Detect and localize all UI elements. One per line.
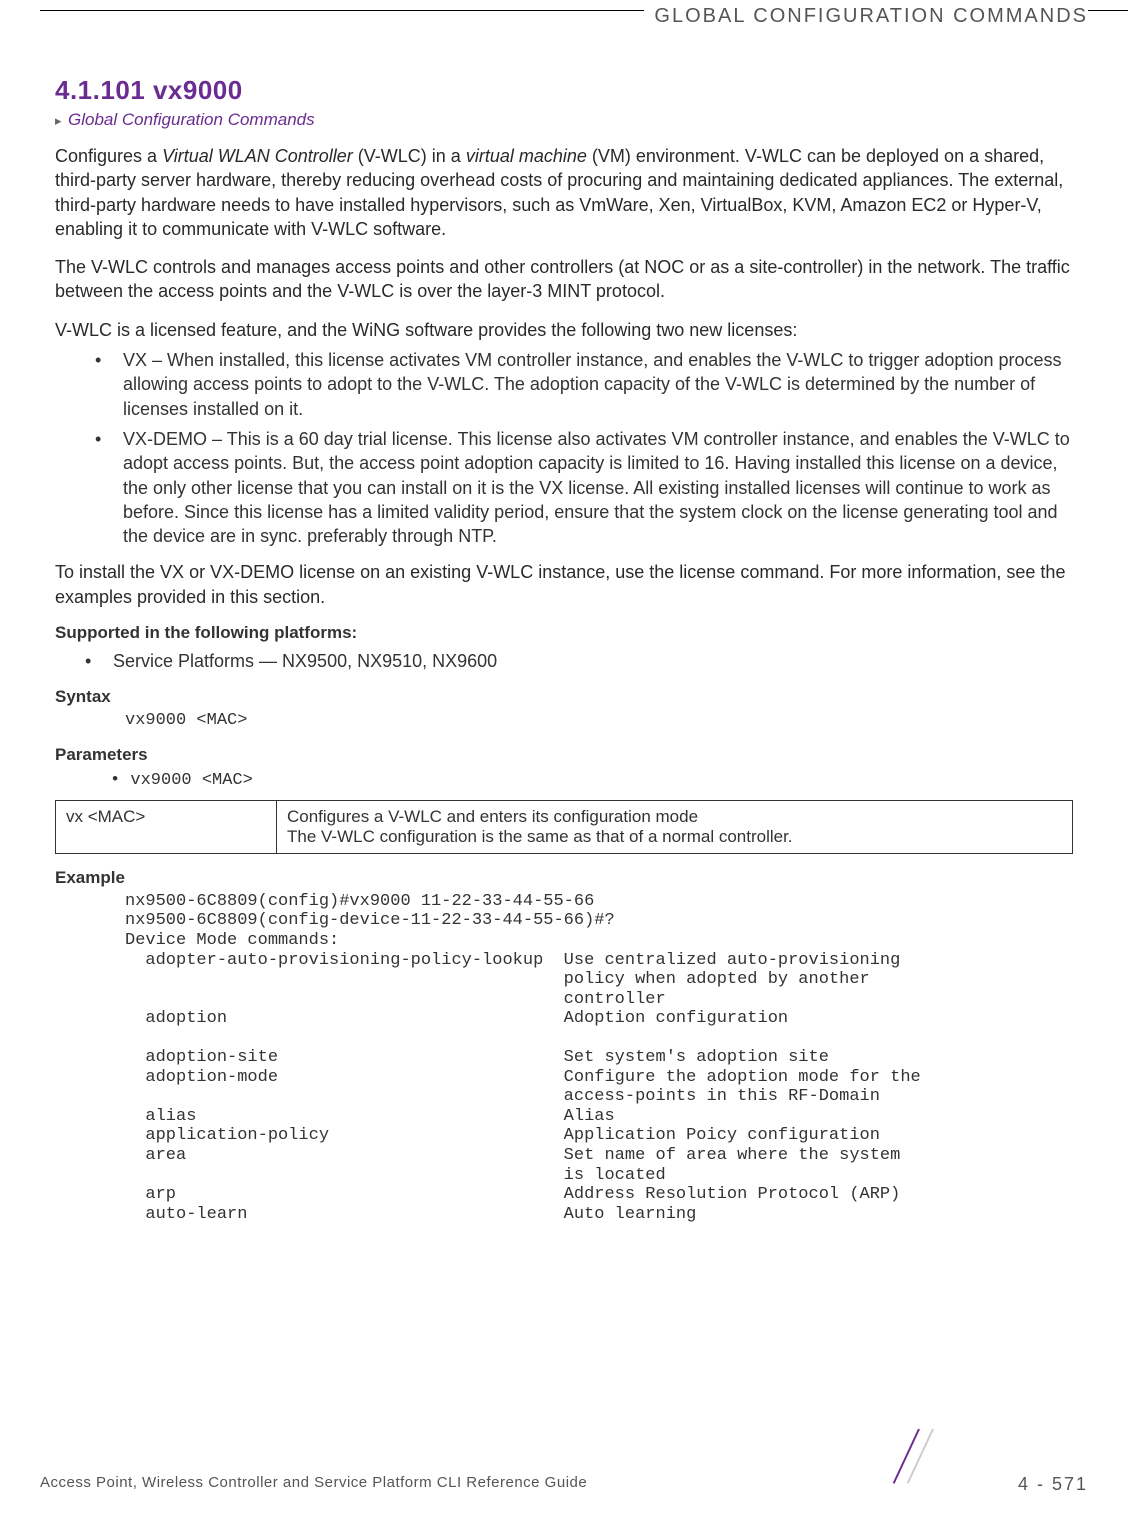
param-desc-line: The V-WLC configuration is the same as t… bbox=[287, 827, 1062, 847]
term-vwlc: Virtual WLAN Controller bbox=[162, 146, 353, 166]
example-heading: Example bbox=[55, 868, 1073, 888]
footer-page-number: 4 - 571 bbox=[1018, 1474, 1088, 1495]
text: Configures a bbox=[55, 146, 162, 166]
breadcrumb-arrow-icon: ▸ bbox=[55, 113, 62, 128]
term-vm: virtual machine bbox=[466, 146, 587, 166]
syntax-code: vx9000 <MAC> bbox=[125, 711, 1073, 731]
list-item: VX – When installed, this license activa… bbox=[95, 348, 1073, 421]
supported-heading: Supported in the following platforms: bbox=[55, 623, 1073, 643]
parameters-bullet: • vx9000 <MAC> bbox=[110, 769, 1073, 792]
supported-list: Service Platforms — NX9500, NX9510, NX96… bbox=[55, 649, 1073, 673]
page-footer: Access Point, Wireless Controller and Se… bbox=[40, 1474, 1088, 1495]
paragraph-license-intro: V-WLC is a licensed feature, and the WiN… bbox=[55, 318, 1073, 342]
list-item: Service Platforms — NX9500, NX9510, NX96… bbox=[85, 649, 1073, 673]
param-desc-line: Configures a V-WLC and enters its config… bbox=[287, 807, 1062, 827]
running-header: GLOBAL CONFIGURATION COMMANDS bbox=[644, 5, 1088, 28]
text: (V-WLC) in a bbox=[353, 146, 466, 166]
breadcrumb: ▸ Global Configuration Commands bbox=[55, 110, 1073, 130]
license-list: VX – When installed, this license activa… bbox=[55, 348, 1073, 548]
breadcrumb-link[interactable]: Global Configuration Commands bbox=[68, 110, 315, 129]
parameters-table: vx <MAC> Configures a V-WLC and enters i… bbox=[55, 800, 1073, 854]
paragraph-intro: Configures a Virtual WLAN Controller (V-… bbox=[55, 144, 1073, 241]
parameters-heading: Parameters bbox=[55, 745, 1073, 765]
param-name-cell: vx <MAC> bbox=[56, 800, 277, 853]
section-title: 4.1.101 vx9000 bbox=[55, 75, 1073, 106]
example-code-block: nx9500-6C8809(config)#vx9000 11-22-33-44… bbox=[125, 892, 1073, 1224]
footer-decoration-icon bbox=[888, 1429, 968, 1489]
list-item: VX-DEMO – This is a 60 day trial license… bbox=[95, 427, 1073, 548]
paragraph-control: The V-WLC controls and manages access po… bbox=[55, 255, 1073, 304]
paragraph-install-note: To install the VX or VX-DEMO license on … bbox=[55, 560, 1073, 609]
footer-title: Access Point, Wireless Controller and Se… bbox=[40, 1474, 587, 1491]
syntax-heading: Syntax bbox=[55, 687, 1073, 707]
table-row: vx <MAC> Configures a V-WLC and enters i… bbox=[56, 800, 1073, 853]
param-desc-cell: Configures a V-WLC and enters its config… bbox=[277, 800, 1073, 853]
